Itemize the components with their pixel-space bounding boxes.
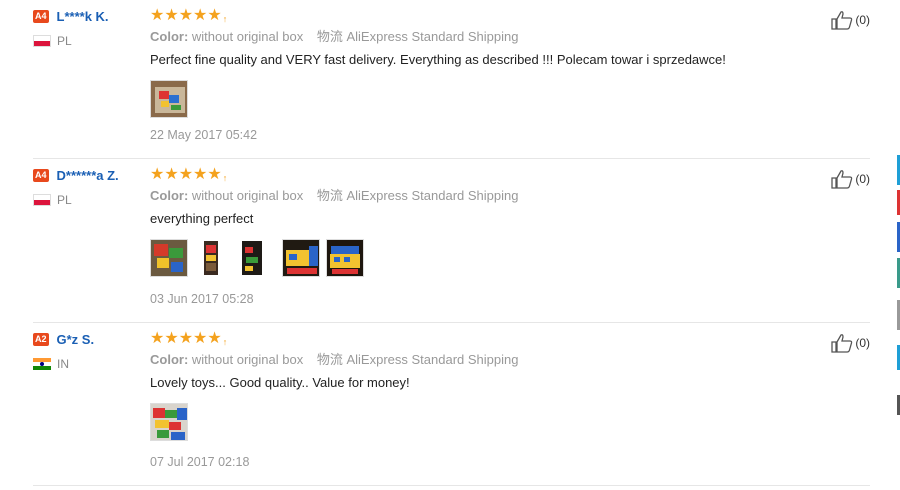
country-code: PL bbox=[57, 34, 72, 48]
review-photo-build-1[interactable] bbox=[150, 239, 188, 277]
india-flag-icon bbox=[33, 358, 51, 370]
stars-icon: ★★★★★ bbox=[150, 7, 222, 24]
thumbs-up-icon bbox=[831, 334, 853, 353]
color-value: without original box bbox=[191, 352, 304, 367]
review-photos bbox=[150, 80, 810, 118]
color-value: without original box bbox=[191, 188, 304, 203]
reviewer-name[interactable]: D******a Z. bbox=[57, 168, 119, 183]
country-code: PL bbox=[57, 193, 72, 207]
poland-flag-icon bbox=[33, 194, 51, 206]
review-photo-build-2[interactable] bbox=[194, 239, 232, 277]
level-badge: A2 bbox=[33, 332, 49, 346]
order-attributes: Color: without original box 物流 AliExpres… bbox=[150, 187, 810, 205]
review-photo-build-4[interactable] bbox=[282, 239, 320, 277]
review-photos bbox=[150, 239, 810, 277]
level-badge: A4 bbox=[33, 9, 49, 23]
shipping-label: 物流 bbox=[316, 352, 343, 367]
review-item: A2 G*z S. IN ★★★★★ ↑ Color: without orig… bbox=[33, 323, 870, 486]
review-content: ★★★★★ ↑ Color: without original box 物流 A… bbox=[150, 330, 810, 469]
reviewer-name[interactable]: L****k K. bbox=[57, 9, 109, 24]
reviewer-info: A4 D******a Z. PL bbox=[33, 167, 143, 207]
stars-icon: ★★★★★ bbox=[150, 330, 222, 347]
rating-arrow: ↑ bbox=[222, 337, 228, 347]
rating-arrow: ↑ bbox=[222, 14, 228, 24]
rating-arrow: ↑ bbox=[222, 173, 228, 183]
color-label: Color: bbox=[150, 352, 189, 367]
reviewer-info: A4 L****k K. PL bbox=[33, 8, 143, 48]
color-label: Color: bbox=[150, 29, 189, 44]
review-photo-build-3[interactable] bbox=[238, 239, 276, 277]
country-code: IN bbox=[57, 357, 69, 371]
helpful-count: (0) bbox=[855, 13, 870, 27]
stars-icon: ★★★★★ bbox=[150, 166, 222, 183]
shipping-value: AliExpress Standard Shipping bbox=[346, 29, 519, 44]
review-photo-lego-box[interactable] bbox=[150, 80, 188, 118]
order-attributes: Color: without original box 物流 AliExpres… bbox=[150, 28, 810, 46]
reviewer-name[interactable]: G*z S. bbox=[57, 332, 95, 347]
color-label: Color: bbox=[150, 188, 189, 203]
poland-flag-icon bbox=[33, 35, 51, 47]
review-item: A4 D******a Z. PL ★★★★★ ↑ Color: without… bbox=[33, 159, 870, 323]
shipping-label: 物流 bbox=[316, 188, 343, 203]
shipping-label: 物流 bbox=[316, 29, 343, 44]
review-date: 03 Jun 2017 05:28 bbox=[150, 292, 254, 306]
star-rating: ★★★★★ ↑ bbox=[150, 330, 810, 348]
review-photo-bricks[interactable] bbox=[150, 403, 188, 441]
shipping-value: AliExpress Standard Shipping bbox=[346, 188, 519, 203]
review-photos bbox=[150, 403, 810, 441]
review-item: A4 L****k K. PL ★★★★★ ↑ Color: without o… bbox=[33, 0, 870, 159]
star-rating: ★★★★★ ↑ bbox=[150, 166, 810, 184]
review-content: ★★★★★ ↑ Color: without original box 物流 A… bbox=[150, 7, 810, 142]
helpful-count: (0) bbox=[855, 336, 870, 350]
review-text: Perfect fine quality and VERY fast deliv… bbox=[150, 52, 726, 67]
thumbs-up-icon bbox=[831, 170, 853, 189]
helpful-button[interactable]: (0) bbox=[831, 10, 870, 30]
color-value: without original box bbox=[191, 29, 304, 44]
star-rating: ★★★★★ ↑ bbox=[150, 7, 810, 25]
helpful-button[interactable]: (0) bbox=[831, 169, 870, 189]
review-content: ★★★★★ ↑ Color: without original box 物流 A… bbox=[150, 166, 810, 306]
review-text: Lovely toys... Good quality.. Value for … bbox=[150, 375, 410, 390]
helpful-count: (0) bbox=[855, 172, 870, 186]
helpful-button[interactable]: (0) bbox=[831, 333, 870, 353]
order-attributes: Color: without original box 物流 AliExpres… bbox=[150, 351, 810, 369]
shipping-value: AliExpress Standard Shipping bbox=[346, 352, 519, 367]
thumbs-up-icon bbox=[831, 11, 853, 30]
review-text: everything perfect bbox=[150, 211, 254, 226]
review-date: 22 May 2017 05:42 bbox=[150, 128, 258, 142]
reviewer-info: A2 G*z S. IN bbox=[33, 331, 143, 371]
review-date: 07 Jul 2017 02:18 bbox=[150, 455, 250, 469]
level-badge: A4 bbox=[33, 168, 49, 182]
review-photo-build-5[interactable] bbox=[326, 239, 364, 277]
